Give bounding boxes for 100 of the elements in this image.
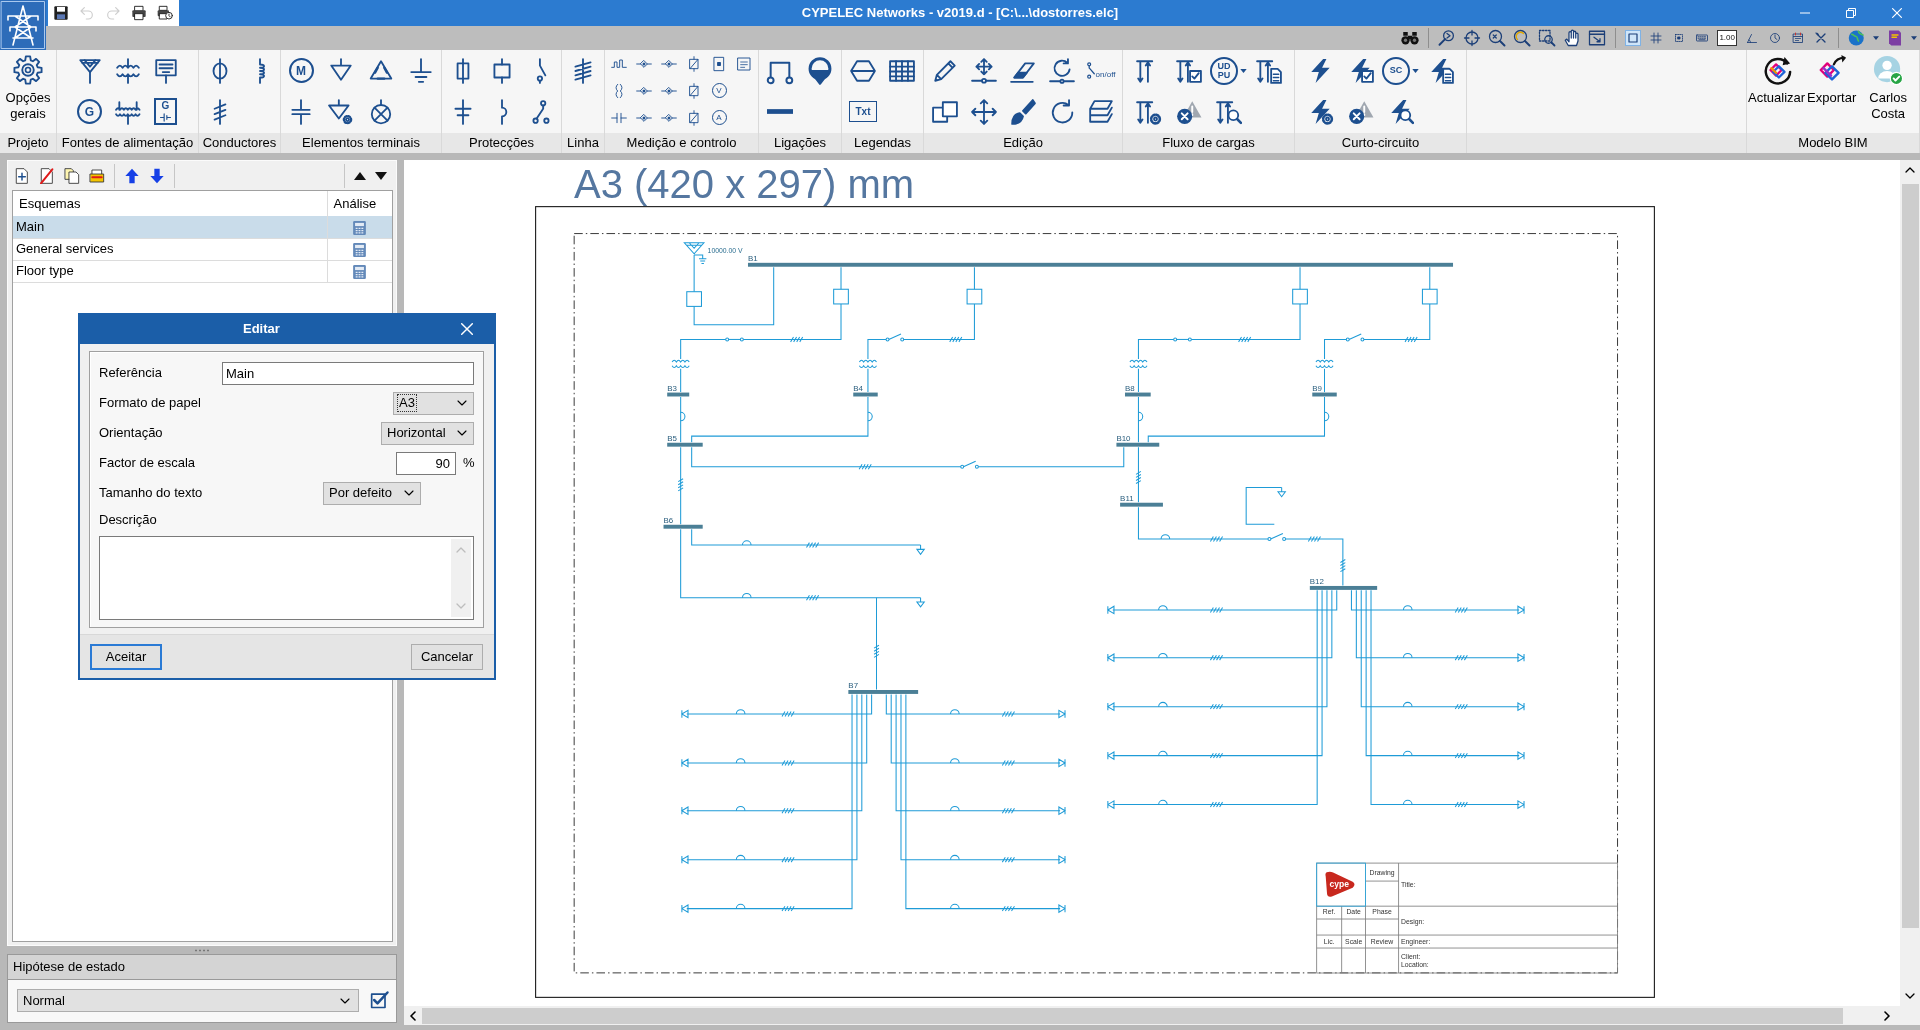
restore-icon[interactable]	[1846, 8, 1856, 18]
relay-icon[interactable]	[686, 55, 702, 72]
window-icon[interactable]	[1588, 29, 1607, 47]
scrollbar-thumb[interactable]	[422, 1007, 1843, 1024]
down-arrow-icon[interactable]	[149, 167, 165, 184]
close-icon[interactable]	[1892, 8, 1902, 18]
zoom-extents-icon[interactable]	[1463, 29, 1482, 47]
number-field[interactable]: 90	[396, 451, 456, 475]
brush-icon[interactable]	[1010, 98, 1036, 125]
scroll-right-icon[interactable]	[1884, 1010, 1890, 1021]
generator-box-button[interactable]: G	[154, 98, 177, 125]
dropdown[interactable]: A3	[393, 391, 474, 415]
down-triangle-icon[interactable]	[375, 171, 387, 180]
move-icon[interactable]	[971, 57, 997, 84]
close-icon[interactable]	[461, 322, 473, 335]
copy-icon[interactable]	[64, 167, 80, 184]
ud-pu-button[interactable]: UD PU	[1210, 56, 1238, 85]
scroll-up-icon[interactable]	[1905, 167, 1915, 173]
calculator-icon[interactable]	[353, 220, 367, 235]
load-symbol	[916, 544, 926, 555]
dropdown[interactable]: Normal	[17, 989, 359, 1012]
binoculars-icon[interactable]	[1401, 29, 1420, 47]
splitter-grip-icon[interactable]	[194, 948, 210, 952]
up-triangle-icon[interactable]	[354, 171, 366, 180]
bus-label: B3	[667, 383, 677, 393]
caret-icon[interactable]	[1911, 36, 1917, 40]
sc-button[interactable]: SC	[1382, 56, 1410, 85]
add-document-icon[interactable]	[14, 167, 30, 184]
on-off-switch-button[interactable]: on/off	[1086, 62, 1116, 79]
panel-icon[interactable]	[152, 57, 179, 84]
rotate-icon[interactable]	[1049, 98, 1075, 125]
scale-button[interactable]: 1.00	[1717, 30, 1737, 46]
relay-icon[interactable]	[686, 82, 702, 99]
lamp-icon[interactable]	[368, 98, 394, 125]
cancel-button[interactable]: Cancelar	[410, 644, 483, 670]
table-icon[interactable]	[889, 57, 915, 84]
calculator-icon[interactable]	[353, 242, 367, 257]
checkbox-icon[interactable]	[370, 990, 390, 1010]
tray-icon[interactable]	[89, 167, 105, 184]
text-field[interactable]: Main	[222, 361, 474, 385]
horizontal-scrollbar[interactable]	[404, 1006, 1900, 1025]
printer-clock-icon[interactable]	[157, 5, 173, 21]
hexagon-icon[interactable]	[850, 57, 876, 84]
accept-button[interactable]: Aceitar	[90, 644, 162, 670]
caret-icon[interactable]	[1873, 36, 1879, 40]
scheme-name[interactable]: General services	[13, 238, 327, 260]
update-button[interactable]: Actualizar	[1747, 50, 1807, 106]
dropdown[interactable]: Horizontal	[381, 421, 474, 445]
motor-button[interactable]: M	[288, 58, 314, 83]
bus-arrows-document-icon[interactable]	[1255, 57, 1282, 84]
relay-icon[interactable]	[686, 109, 702, 126]
triangle-gear-icon[interactable]	[328, 98, 354, 125]
hand-icon[interactable]	[1563, 29, 1582, 47]
caret-icon[interactable]	[1240, 68, 1247, 73]
move-icon[interactable]	[971, 98, 997, 125]
zoom-cursor-icon[interactable]	[1438, 29, 1457, 47]
generator-button[interactable]: G	[77, 99, 102, 124]
pencil-icon[interactable]	[932, 57, 958, 84]
rotate-icon[interactable]	[1049, 57, 1075, 84]
globe-icon[interactable]	[1848, 29, 1866, 47]
scheme-name[interactable]: Main	[13, 216, 327, 238]
scroll-down-icon[interactable]	[1905, 993, 1915, 999]
layers-icon[interactable]	[1088, 98, 1114, 125]
breaker-arc-symbol	[950, 805, 960, 812]
edit-document-icon[interactable]	[39, 167, 55, 184]
calculator-icon[interactable]	[353, 264, 367, 279]
scheme-name[interactable]: Floor type	[13, 260, 327, 282]
scrollbar-thumb[interactable]	[1901, 184, 1919, 928]
bus-arrows-check-icon[interactable]	[1175, 57, 1202, 84]
transformer-icon[interactable]	[114, 98, 141, 125]
zoom-window-icon[interactable]	[1538, 29, 1557, 47]
breaker-symbol	[833, 288, 849, 305]
export-button[interactable]: Exportar	[1806, 50, 1858, 106]
wire	[867, 368, 869, 393]
tower-logo-icon[interactable]	[0, 0, 46, 50]
scroll-left-icon[interactable]	[410, 1010, 416, 1021]
vertical-scrollbar[interactable]	[1900, 160, 1920, 1006]
transformer-icon[interactable]	[114, 57, 141, 84]
calendar-icon[interactable]	[1790, 30, 1806, 46]
printer-icon[interactable]	[131, 5, 147, 21]
copy-icon[interactable]	[932, 98, 958, 125]
meter-icon[interactable]	[711, 55, 727, 72]
zoom-icon[interactable]	[1488, 29, 1507, 47]
bus-arrows-gear-icon[interactable]	[1135, 98, 1162, 125]
text-button[interactable]: Txt	[849, 101, 877, 122]
save-icon[interactable]	[53, 5, 69, 21]
clock-icon[interactable]	[1767, 30, 1783, 46]
book-icon[interactable]	[1886, 29, 1904, 47]
bus-bar	[1309, 585, 1378, 590]
user-button[interactable]: Carlos Costa	[1857, 50, 1919, 122]
general-options-button[interactable]: Opções gerais	[0, 50, 56, 122]
pin-icon[interactable]	[806, 56, 834, 85]
bus-arrows-search-icon[interactable]	[1215, 98, 1242, 125]
caret-icon[interactable]	[1412, 68, 1419, 73]
zoom-refresh-icon[interactable]	[1513, 29, 1532, 47]
antenna-icon[interactable]	[76, 57, 103, 84]
up-arrow-icon[interactable]	[124, 167, 140, 184]
ground-icon[interactable]	[408, 57, 434, 84]
meter-icon[interactable]	[736, 55, 752, 72]
dropdown[interactable]: Por defeito	[323, 481, 421, 505]
